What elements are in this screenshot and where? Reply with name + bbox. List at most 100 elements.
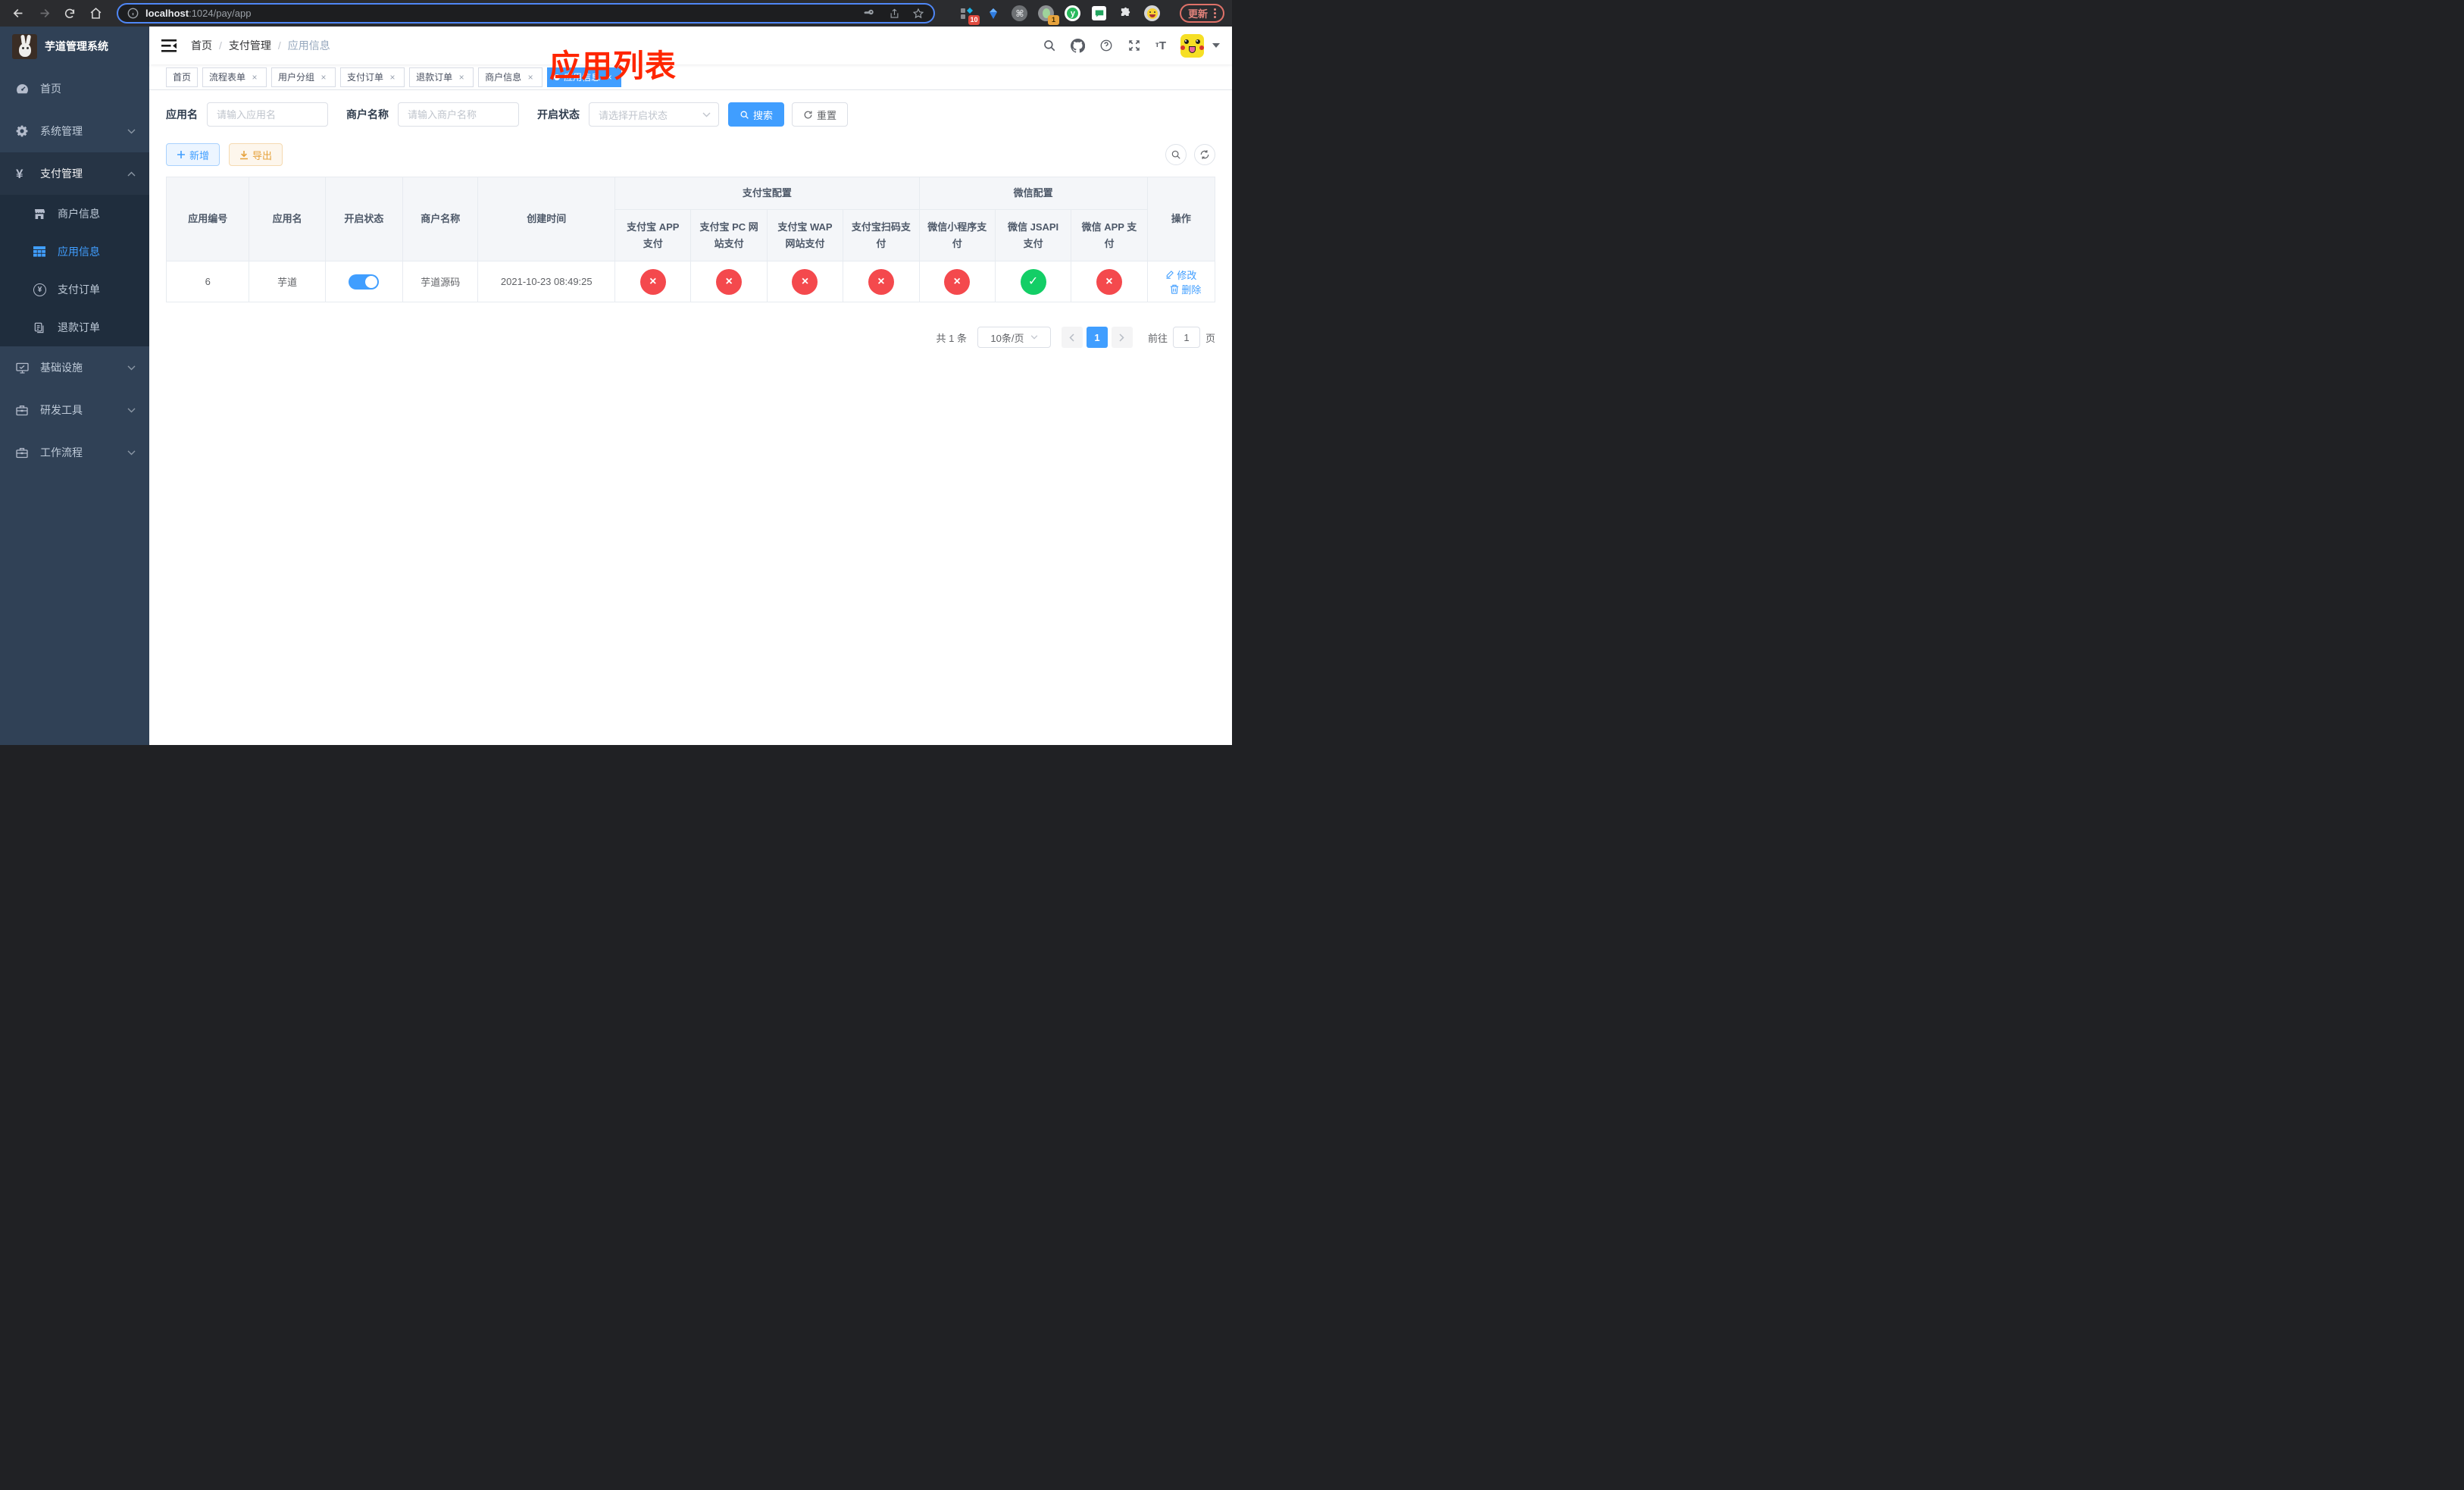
app-logo-row[interactable]: 芋道管理系统	[0, 27, 149, 66]
close-icon[interactable]: ×	[249, 72, 260, 83]
enabled-toggle[interactable]	[349, 274, 380, 290]
refresh-table-button[interactable]	[1194, 144, 1215, 165]
sidebar-item-label: 退款订单	[58, 321, 100, 333]
cell-created: 2021-10-23 08:49:25	[477, 261, 616, 302]
prev-page-button[interactable]	[1061, 327, 1083, 348]
sidebar-collapse-icon[interactable]	[161, 37, 178, 54]
table-row: 6 芋道 芋道源码 2021-10-23 08:49:25 × × × × × …	[165, 261, 1216, 302]
password-key-icon[interactable]	[864, 7, 877, 20]
page-size-select[interactable]: 10条/页	[977, 327, 1051, 348]
close-icon[interactable]: ×	[456, 72, 467, 83]
tag-label: 首页	[173, 72, 192, 83]
edit-button[interactable]: 修改	[1165, 268, 1196, 282]
toggle-search-button[interactable]	[1165, 144, 1187, 165]
reload-icon[interactable]	[59, 3, 80, 24]
tab-user-group[interactable]: 用户分组 ×	[271, 67, 336, 87]
share-icon[interactable]	[889, 8, 900, 20]
forward-icon[interactable]	[33, 3, 55, 24]
ext-gem-icon[interactable]	[985, 5, 1002, 22]
toolbox-icon	[16, 447, 29, 459]
tag-label: 用户分组	[278, 72, 315, 83]
trash-icon	[1171, 284, 1179, 294]
sidebar-item-system[interactable]: 系统管理	[0, 110, 149, 152]
app-table: 应用编号 应用名 开启状态 商户名称 创建时间 支付宝配置 微信配置 操作 支付…	[165, 177, 1216, 302]
chevron-right-icon	[1119, 333, 1125, 342]
app-name-input[interactable]	[207, 102, 328, 127]
chevron-down-icon	[127, 450, 136, 455]
sidebar-item-dev-tools[interactable]: 研发工具	[0, 389, 149, 431]
col-alipay-wap: 支付宝 WAP 网站支付	[766, 209, 844, 261]
site-info-icon[interactable]	[127, 8, 139, 19]
sidebar-item-pay-orders[interactable]: ¥ 支付订单	[0, 271, 149, 308]
fullscreen-icon[interactable]	[1127, 39, 1141, 52]
home-icon[interactable]	[85, 3, 106, 24]
address-bar[interactable]: localhost:1024/pay/app	[117, 3, 935, 23]
sidebar-item-label: 工作流程	[40, 446, 83, 459]
ext-chat-icon[interactable]	[1091, 5, 1108, 22]
ext-yudao-icon[interactable]: y	[1065, 5, 1081, 22]
ext-command-icon[interactable]: ⌘	[1012, 5, 1028, 22]
group-alipay-config: 支付宝配置	[614, 177, 920, 210]
goto-page-input[interactable]	[1172, 327, 1200, 348]
reset-button[interactable]: 重置	[792, 102, 849, 127]
delete-button[interactable]: 删除	[1170, 282, 1201, 296]
tab-app-info[interactable]: 应用信息 ×	[547, 67, 622, 87]
page-1-button[interactable]: 1	[1086, 327, 1108, 348]
sidebar-item-merchant-info[interactable]: 商户信息	[0, 195, 149, 233]
ext-blocks-icon[interactable]: 10	[958, 5, 980, 25]
tab-home[interactable]: 首页	[166, 67, 199, 87]
sidebar-item-infrastructure[interactable]: 基础设施	[0, 346, 149, 389]
tab-refund-orders[interactable]: 退款订单 ×	[409, 67, 474, 87]
browser-toolbar: localhost:1024/pay/app 10 ⌘ 1 y 更新	[0, 0, 1232, 27]
tag-label: 商户信息	[485, 72, 522, 83]
cell-wechat-jsapi-status: ✓	[994, 261, 1072, 302]
export-button[interactable]: 导出	[229, 143, 283, 166]
sidebar-item-app-info[interactable]: 应用信息	[0, 233, 149, 271]
caret-down-icon[interactable]	[1212, 43, 1220, 48]
extension-badge: 10	[968, 14, 980, 25]
cell-alipay-app-status: ×	[614, 261, 692, 302]
breadcrumb-home[interactable]: 首页	[191, 38, 212, 53]
app-name-label: 应用名	[166, 108, 198, 121]
page-size-value: 10条/页	[990, 332, 1024, 344]
help-icon[interactable]	[1099, 39, 1113, 52]
close-icon[interactable]: ×	[525, 72, 536, 83]
avatar[interactable]	[1180, 33, 1204, 58]
update-label: 更新	[1187, 8, 1208, 20]
sidebar-item-workflow[interactable]: 工作流程	[0, 431, 149, 474]
tab-merchant-info[interactable]: 商户信息 ×	[478, 67, 543, 87]
back-icon[interactable]	[8, 3, 29, 24]
status-badge: ✓	[1020, 268, 1046, 295]
status-select[interactable]: 请选择开启状态	[589, 102, 719, 127]
tag-label: 流程表单	[209, 72, 246, 83]
breadcrumb-section[interactable]: 支付管理	[229, 38, 271, 53]
ext-camera-icon[interactable]: 1	[1038, 5, 1059, 25]
sidebar-item-home[interactable]: 首页	[0, 67, 149, 110]
font-size-icon[interactable]: тT	[1155, 40, 1166, 52]
col-status: 开启状态	[324, 177, 404, 261]
browser-menu-icon[interactable]	[1214, 8, 1216, 18]
ext-emoji-icon[interactable]	[1144, 5, 1161, 22]
close-icon[interactable]: ×	[387, 72, 398, 83]
sidebar-item-refund-orders[interactable]: 退款订单	[0, 308, 149, 346]
status-badge: ×	[944, 268, 971, 295]
status-badge: ×	[868, 268, 894, 295]
sidebar-item-payment[interactable]: ¥ 支付管理	[0, 152, 149, 195]
tab-pay-orders[interactable]: 支付订单 ×	[340, 67, 405, 87]
ext-puzzle-icon[interactable]	[1118, 5, 1134, 22]
close-icon[interactable]: ×	[318, 72, 329, 83]
browser-update-button[interactable]: 更新	[1179, 4, 1224, 23]
github-icon[interactable]	[1070, 38, 1085, 53]
monitor-icon	[16, 362, 29, 374]
merchant-name-input[interactable]	[398, 102, 519, 127]
search-icon[interactable]	[1043, 39, 1056, 52]
tab-process-form[interactable]: 流程表单 ×	[202, 67, 267, 87]
chevron-down-icon	[1030, 335, 1037, 340]
close-icon[interactable]: ×	[604, 72, 614, 83]
next-page-button[interactable]	[1111, 327, 1133, 348]
add-button[interactable]: 新增	[166, 143, 220, 166]
cell-alipay-wap-status: ×	[766, 261, 844, 302]
total-count: 共 1 条	[936, 332, 967, 344]
search-button[interactable]: 搜索	[728, 102, 785, 127]
bookmark-star-icon[interactable]	[912, 8, 924, 20]
